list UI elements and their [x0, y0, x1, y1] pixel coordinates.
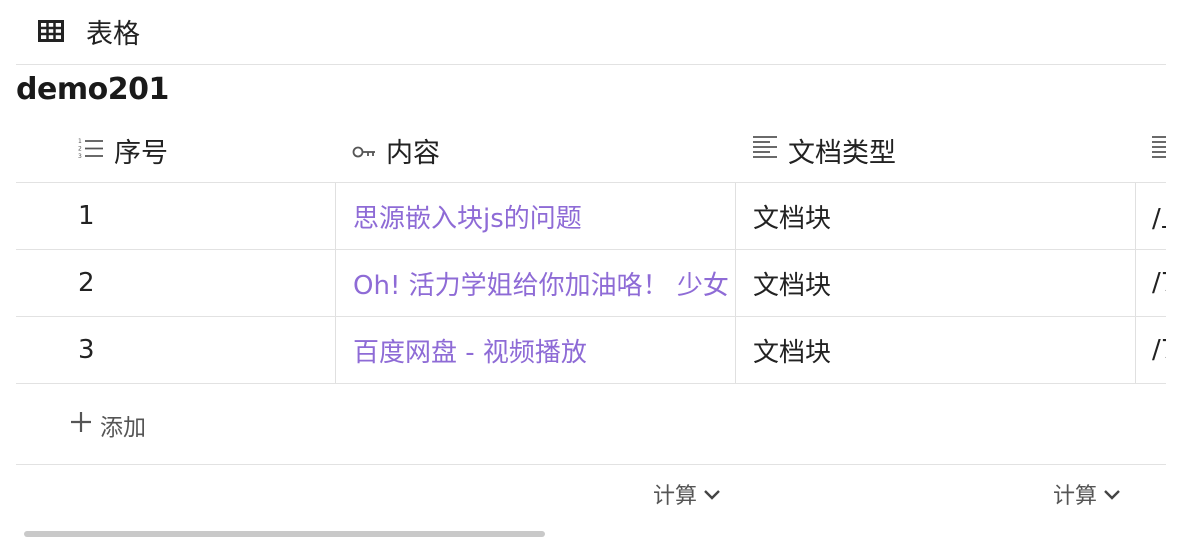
table-header-row: 1 2 3 序号 内容 文档类型	[16, 118, 1166, 183]
cell-type[interactable]: 文档块	[735, 183, 1135, 249]
cell-type[interactable]: 文档块	[735, 250, 1135, 316]
cell-path[interactable]: /上	[1135, 183, 1166, 249]
view-tab-label: 表格	[86, 18, 140, 50]
chevron-down-icon	[697, 482, 721, 507]
calc-label: 计算	[653, 484, 698, 509]
column-header-content[interactable]: 内容	[335, 118, 735, 182]
view-tab-table[interactable]: 表格	[38, 12, 140, 50]
column-header-type[interactable]: 文档类型	[735, 118, 1135, 182]
cell-index[interactable]: 1	[16, 183, 335, 249]
add-row-label: 添加	[100, 415, 146, 441]
cell-path[interactable]: /7	[1135, 317, 1166, 383]
cell-type[interactable]: 文档块	[735, 317, 1135, 383]
column-header-label: 序号	[114, 137, 168, 169]
calc-label: 计算	[1053, 484, 1098, 509]
attribute-table: 1 2 3 序号 内容 文档类型 1 思源嵌入块js的问题 文档块 / 2 Oh…	[16, 118, 1166, 518]
column-header-index[interactable]: 1 2 3 序号	[16, 118, 335, 182]
calc-button-type[interactable]: 计算	[653, 476, 721, 512]
calc-button-path[interactable]: 计算	[1053, 476, 1121, 512]
cell-content-link[interactable]: 百度网盘 - 视频播放	[335, 317, 735, 383]
text-align-icon	[1151, 135, 1166, 166]
text-align-icon	[752, 135, 788, 166]
svg-text:1: 1	[78, 138, 82, 145]
cell-index[interactable]: 2	[16, 250, 335, 316]
table-row[interactable]: 2 Oh! 活力学姐给你加油咯！ 少女 文档块 /7	[16, 250, 1166, 317]
add-row-button[interactable]: 添加	[70, 406, 146, 444]
column-header-path[interactable]	[1135, 118, 1166, 182]
svg-text:2: 2	[78, 145, 82, 152]
cell-index[interactable]: 3	[16, 317, 335, 383]
column-header-label: 文档类型	[788, 137, 896, 169]
horizontal-scrollbar[interactable]	[24, 531, 545, 537]
table-row[interactable]: 1 思源嵌入块js的问题 文档块 /上	[16, 183, 1166, 250]
cell-content-link[interactable]: 思源嵌入块js的问题	[335, 183, 735, 249]
view-tab-bar: 表格	[16, 0, 1166, 65]
column-header-label: 内容	[386, 137, 440, 169]
table-row[interactable]: 3 百度网盘 - 视频播放 文档块 /7	[16, 317, 1166, 384]
add-row-bar: 添加	[16, 386, 1166, 465]
cell-path[interactable]: /7	[1135, 250, 1166, 316]
plus-icon	[70, 411, 100, 439]
table-grid-icon	[38, 20, 64, 42]
list-numbered-icon: 1 2 3	[78, 135, 114, 166]
cell-content-link[interactable]: Oh! 活力学姐给你加油咯！ 少女	[335, 250, 735, 316]
key-icon	[352, 135, 386, 166]
database-title[interactable]: demo201	[16, 72, 169, 107]
chevron-down-icon	[1097, 482, 1121, 507]
svg-text:3: 3	[78, 153, 82, 159]
